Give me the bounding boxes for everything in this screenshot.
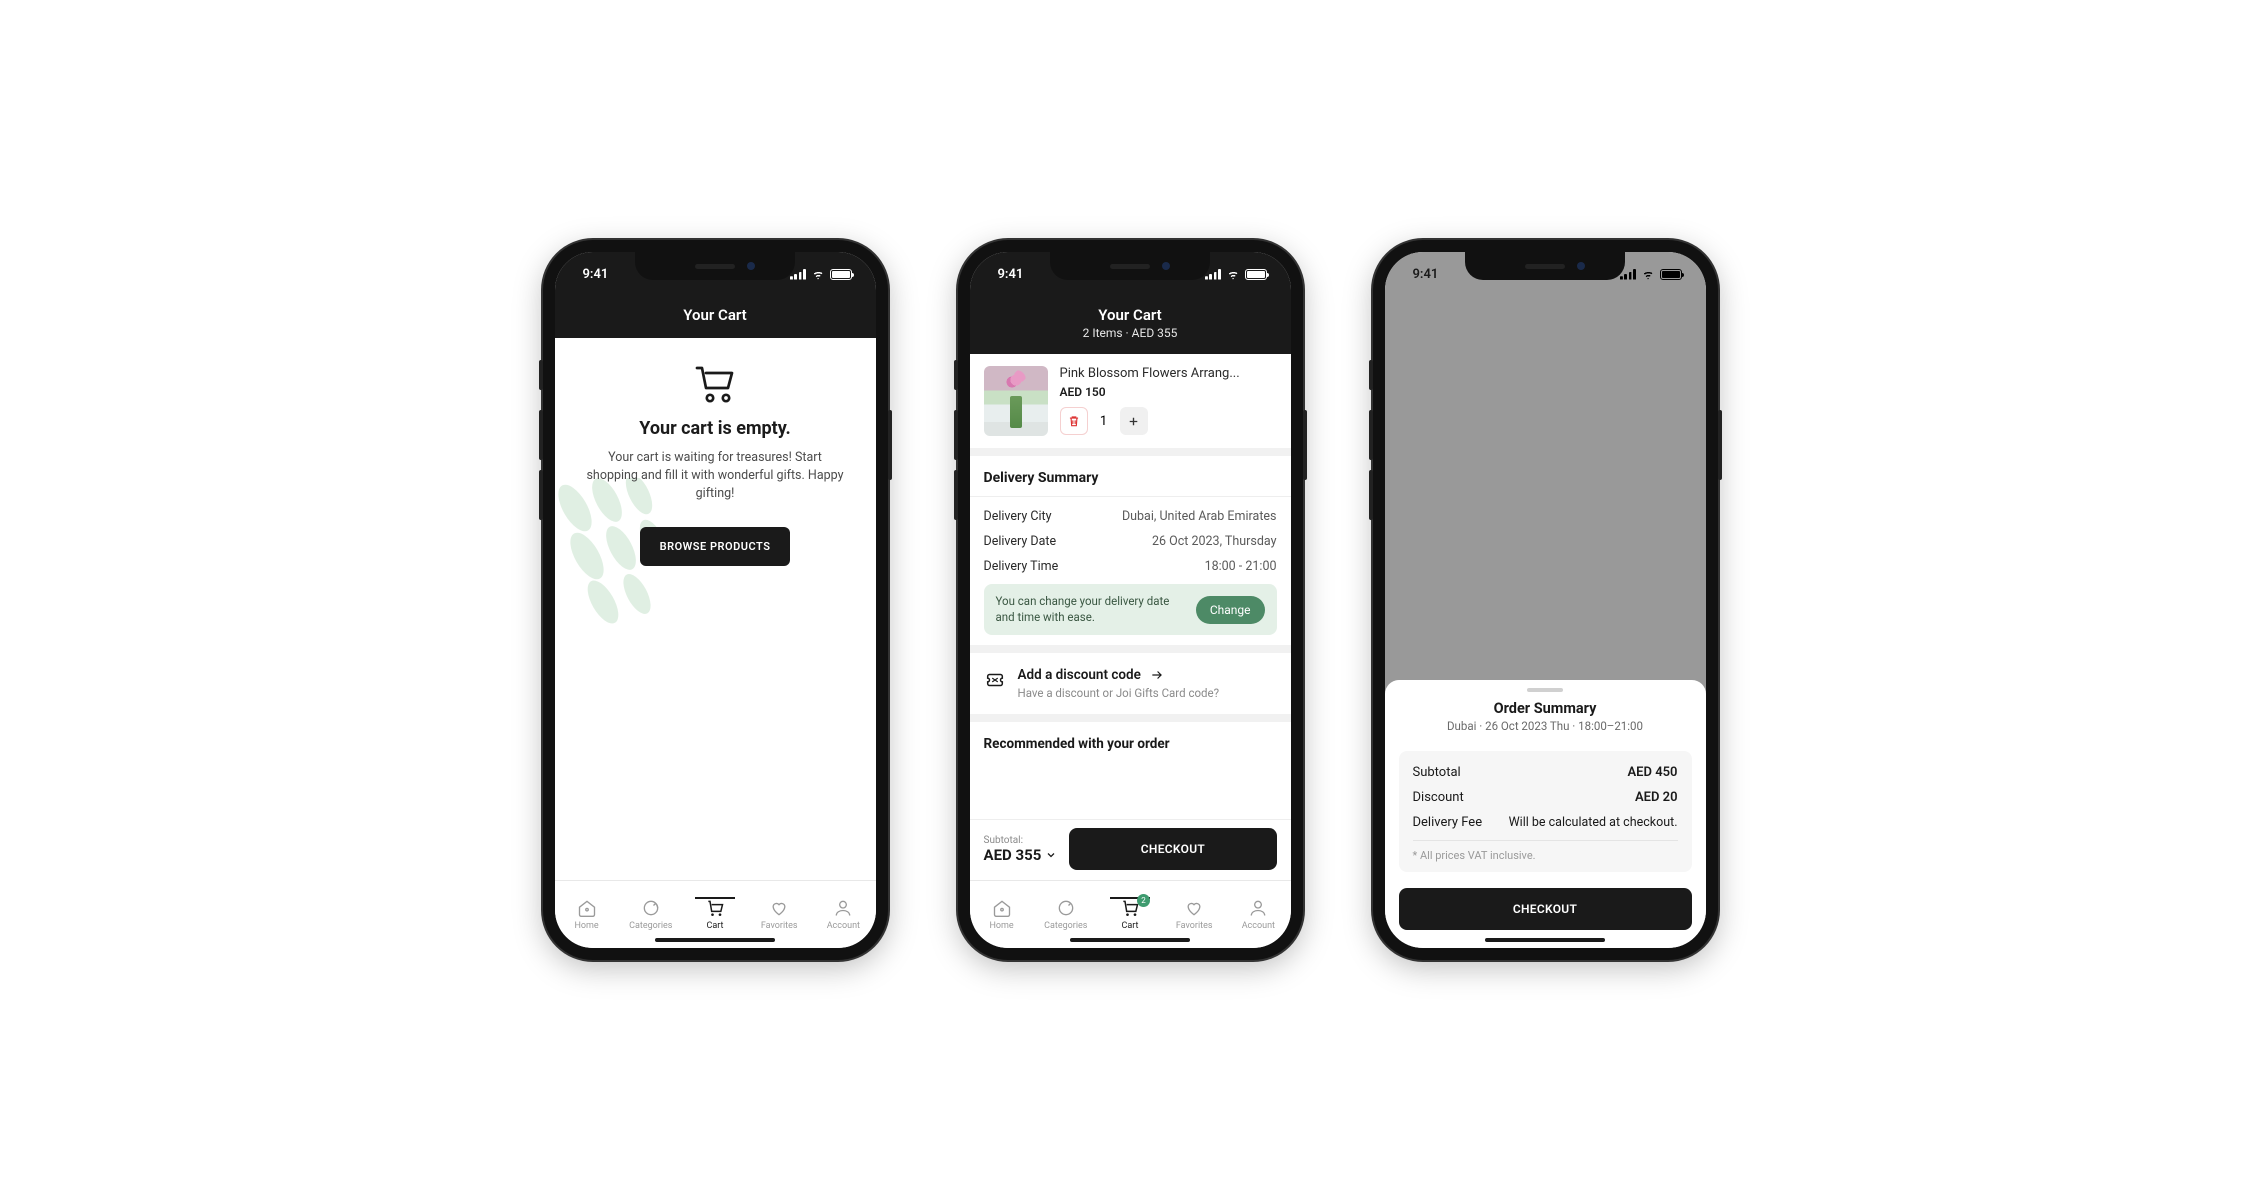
delivery-time: 18:00 - 21:00 — [1205, 559, 1277, 574]
subtotal-toggle[interactable]: AED 355 — [984, 846, 1058, 864]
product-thumbnail[interactable] — [984, 366, 1048, 436]
status-time: 9:41 — [998, 267, 1024, 282]
status-time: 9:41 — [583, 267, 609, 282]
remove-item-button[interactable] — [1060, 407, 1088, 435]
delivery-city: Dubai, United Arab Emirates — [1122, 509, 1277, 524]
page-title: Your Cart — [555, 306, 876, 324]
checkout-button[interactable]: CHECKOUT — [1069, 828, 1276, 870]
cart-badge: 2 — [1137, 894, 1150, 907]
delivery-summary-title: Delivery Summary — [984, 470, 1277, 486]
summary-delivery: Will be calculated at checkout. — [1509, 815, 1678, 830]
page-subtitle: 2 Items · AED 355 — [970, 326, 1291, 340]
tab-account[interactable]: Account — [815, 898, 871, 931]
account-icon — [833, 898, 853, 918]
battery-icon — [830, 269, 852, 280]
delivery-date: 26 Oct 2023, Thursday — [1152, 534, 1277, 549]
phone-3-order-summary: 9:41 Order Summary Dubai · 26 Oct 2023 T… — [1373, 240, 1718, 960]
page-title: Your Cart — [970, 306, 1291, 324]
browse-products-button[interactable]: BROWSE PRODUCTS — [640, 527, 791, 566]
summary-discount: AED 20 — [1635, 790, 1678, 805]
phone-1-empty-cart: 9:41 Your Cart — [543, 240, 888, 960]
cart-icon — [693, 364, 737, 404]
sheet-title: Order Summary — [1385, 700, 1706, 717]
wifi-icon — [1641, 269, 1656, 280]
add-discount-row[interactable]: Add a discount code Have a discount or J… — [970, 653, 1291, 722]
account-icon — [1248, 898, 1268, 918]
tab-categories[interactable]: Categories — [623, 898, 679, 931]
quantity-value: 1 — [1096, 414, 1112, 429]
plus-icon — [1127, 415, 1140, 428]
checkout-button[interactable]: CHECKOUT — [1399, 888, 1692, 930]
cart-header: Your Cart — [555, 296, 876, 338]
device-notch — [1050, 252, 1210, 280]
phone-2-cart-items: 9:41 Your Cart 2 Items · AED 355 Pink Bl… — [958, 240, 1303, 960]
tab-home[interactable]: Home — [559, 898, 615, 931]
recommended-title: Recommended with your order — [970, 722, 1291, 756]
summary-subtotal: AED 450 — [1628, 765, 1678, 780]
change-delivery-banner: You can change your delivery date and ti… — [984, 584, 1277, 635]
wifi-icon — [811, 269, 826, 280]
chevron-down-icon — [1045, 849, 1057, 861]
empty-title: Your cart is empty. — [585, 418, 846, 439]
device-notch — [1465, 252, 1625, 280]
cart-header: Your Cart 2 Items · AED 355 — [970, 296, 1291, 354]
battery-icon — [1660, 269, 1682, 280]
tab-cart[interactable]: 2 Cart — [1102, 898, 1158, 931]
cart-item: Pink Blossom Flowers Arrang... AED 150 1 — [970, 354, 1291, 456]
home-indicator[interactable] — [1070, 938, 1190, 942]
heart-icon — [769, 898, 789, 918]
categories-icon — [1056, 898, 1076, 918]
tab-favorites[interactable]: Favorites — [1166, 898, 1222, 931]
checkout-bar: Subtotal: AED 355 CHECKOUT — [970, 819, 1291, 880]
sheet-subtitle: Dubai · 26 Oct 2023 Thu · 18:00–21:00 — [1385, 719, 1706, 733]
sheet-grabber[interactable] — [1527, 688, 1563, 692]
tab-favorites[interactable]: Favorites — [751, 898, 807, 931]
heart-icon — [1184, 898, 1204, 918]
trash-icon — [1067, 414, 1081, 428]
vat-note: * All prices VAT inclusive. — [1413, 849, 1678, 862]
arrow-right-icon — [1149, 668, 1165, 682]
tab-cart[interactable]: Cart — [687, 898, 743, 931]
ticket-icon — [984, 669, 1006, 691]
product-price: AED 150 — [1060, 385, 1277, 399]
home-icon — [577, 898, 597, 918]
device-notch — [635, 252, 795, 280]
summary-box: SubtotalAED 450 DiscountAED 20 Delivery … — [1399, 751, 1692, 872]
delivery-summary-section: Delivery Summary Delivery CityDubai, Uni… — [970, 456, 1291, 653]
tab-home[interactable]: Home — [974, 898, 1030, 931]
home-indicator[interactable] — [655, 938, 775, 942]
tab-account[interactable]: Account — [1230, 898, 1286, 931]
wifi-icon — [1226, 269, 1241, 280]
order-summary-sheet: Order Summary Dubai · 26 Oct 2023 Thu · … — [1385, 680, 1706, 948]
empty-description: Your cart is waiting for treasures! Star… — [585, 449, 846, 503]
increase-quantity-button[interactable] — [1120, 407, 1148, 435]
cart-tab-icon — [705, 898, 725, 918]
home-icon — [992, 898, 1012, 918]
tab-categories[interactable]: Categories — [1038, 898, 1094, 931]
home-indicator[interactable] — [1485, 938, 1605, 942]
battery-icon — [1245, 269, 1267, 280]
categories-icon — [641, 898, 661, 918]
change-delivery-button[interactable]: Change — [1196, 596, 1265, 624]
product-name: Pink Blossom Flowers Arrang... — [1060, 366, 1277, 381]
status-time: 9:41 — [1413, 267, 1439, 282]
